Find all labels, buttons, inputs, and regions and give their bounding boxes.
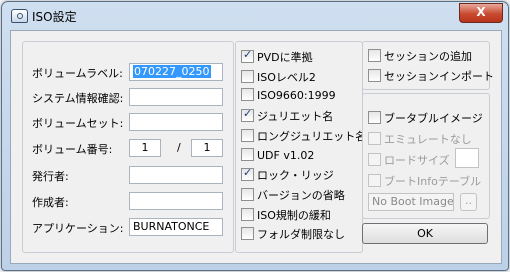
option-checkbox[interactable]: UDF v1.02 <box>241 147 315 162</box>
option-label: ロック・リッジ <box>257 169 334 183</box>
option-label: ISO規制の緩和 <box>257 208 331 222</box>
publisher-input[interactable] <box>129 166 223 184</box>
option-checkbox[interactable]: ISO規制の緩和 <box>241 207 331 223</box>
publisher-label: 発行者: <box>32 170 69 183</box>
checked-box <box>241 166 254 182</box>
volume-set-label: ボリュームセット: <box>32 117 124 130</box>
browse-boot-image-button[interactable]: .. <box>460 193 477 211</box>
title-bar[interactable]: ISO設定 X <box>2 2 508 30</box>
checked-box <box>241 107 254 123</box>
option-checkbox[interactable]: PVDに準拠 <box>241 48 313 65</box>
load-size-input[interactable] <box>455 148 479 168</box>
dialog-body: ボリュームラベル: 070227_0250 システム情報確認: ボリュームセット… <box>10 30 502 264</box>
volume-total-input[interactable]: 1 <box>191 139 223 157</box>
system-id-label: システム情報確認: <box>32 92 124 105</box>
checkbox-box <box>368 111 381 124</box>
option-checkbox[interactable]: ロック・リッジ <box>241 166 334 183</box>
checkbox-box <box>241 128 254 142</box>
checkbox-box <box>241 88 254 102</box>
option-label: ロングジュリエット名 <box>257 129 367 143</box>
add-session-checkbox[interactable]: セッションの追加 <box>368 48 472 64</box>
app-icon <box>11 9 28 23</box>
checkbox-box <box>241 187 254 201</box>
option-checkbox[interactable]: ISO9660:1999 <box>241 88 336 102</box>
volume-number-label: ボリューム番号: <box>32 143 113 156</box>
option-label: バージョンの省略 <box>257 188 345 202</box>
option-checkbox[interactable]: バージョンの省略 <box>241 187 345 203</box>
filesystem-options-group: PVDに準拠 ISOレベル2 ISO9660:1999 ジュリエット名ロングジュリエッ… <box>235 41 366 253</box>
system-id-input[interactable] <box>129 88 223 106</box>
checkbox-box <box>241 147 254 161</box>
checkbox-box <box>368 153 381 166</box>
close-button[interactable]: X <box>459 3 503 23</box>
ok-button[interactable]: OK <box>362 223 488 244</box>
option-checkbox[interactable]: ISOレベル2 <box>241 69 316 85</box>
checkbox-box <box>368 132 381 145</box>
load-size-checkbox[interactable]: ロードサイズ <box>368 152 450 168</box>
option-checkbox[interactable]: フォルダ制限なし <box>241 226 345 242</box>
checkbox-box <box>368 49 381 62</box>
boot-image-field[interactable]: No Boot Image <box>368 193 454 211</box>
volume-number-separator: / <box>177 141 181 154</box>
volume-label-label: ボリュームラベル: <box>32 67 123 80</box>
creator-input[interactable] <box>129 192 223 210</box>
session-group: セッションの追加 セッションインポート <box>362 41 494 90</box>
option-checkbox[interactable]: ジュリエット名 <box>241 107 334 124</box>
application-label: アプリケーション: <box>32 222 124 235</box>
import-session-checkbox[interactable]: セッションインポート <box>368 68 494 84</box>
checkbox-box <box>241 207 254 221</box>
option-label: ジュリエット名 <box>257 110 334 124</box>
checkbox-box <box>368 174 381 187</box>
iso-settings-window: ISO設定 X ボリュームラベル: 070227_0250 システム情報確認: … <box>1 1 509 271</box>
checkbox-box <box>241 227 254 241</box>
option-label: UDF v1.02 <box>257 148 315 162</box>
checkbox-box <box>368 69 381 82</box>
volume-number-input[interactable]: 1 <box>129 139 161 157</box>
boot-info-table-checkbox[interactable]: ブートInfoテーブル <box>368 173 481 189</box>
option-checkbox[interactable]: ロングジュリエット名 <box>241 128 366 144</box>
boot-group: ブータブルイメージ エミュレートなし ロードサイズ ブートInfoテーブル No… <box>362 93 490 219</box>
window-title: ISO設定 <box>32 10 77 24</box>
volume-info-group: ボリュームラベル: 070227_0250 システム情報確認: ボリュームセット… <box>22 41 234 253</box>
option-label: PVDに準拠 <box>257 51 313 64</box>
application-input[interactable]: BURNATONCE <box>129 218 223 236</box>
volume-set-input[interactable] <box>129 113 223 131</box>
option-label: フォルダ制限なし <box>257 228 345 242</box>
creator-label: 作成者: <box>32 196 69 209</box>
emulate-none-checkbox[interactable]: エミュレートなし <box>368 131 472 147</box>
checked-box <box>241 48 254 63</box>
option-label: ISO9660:1999 <box>257 89 336 103</box>
checkbox-box <box>241 69 254 83</box>
volume-label-input[interactable]: 070227_0250 <box>129 63 223 81</box>
option-label: ISOレベル2 <box>257 70 316 84</box>
bootable-image-checkbox[interactable]: ブータブルイメージ <box>368 110 483 126</box>
